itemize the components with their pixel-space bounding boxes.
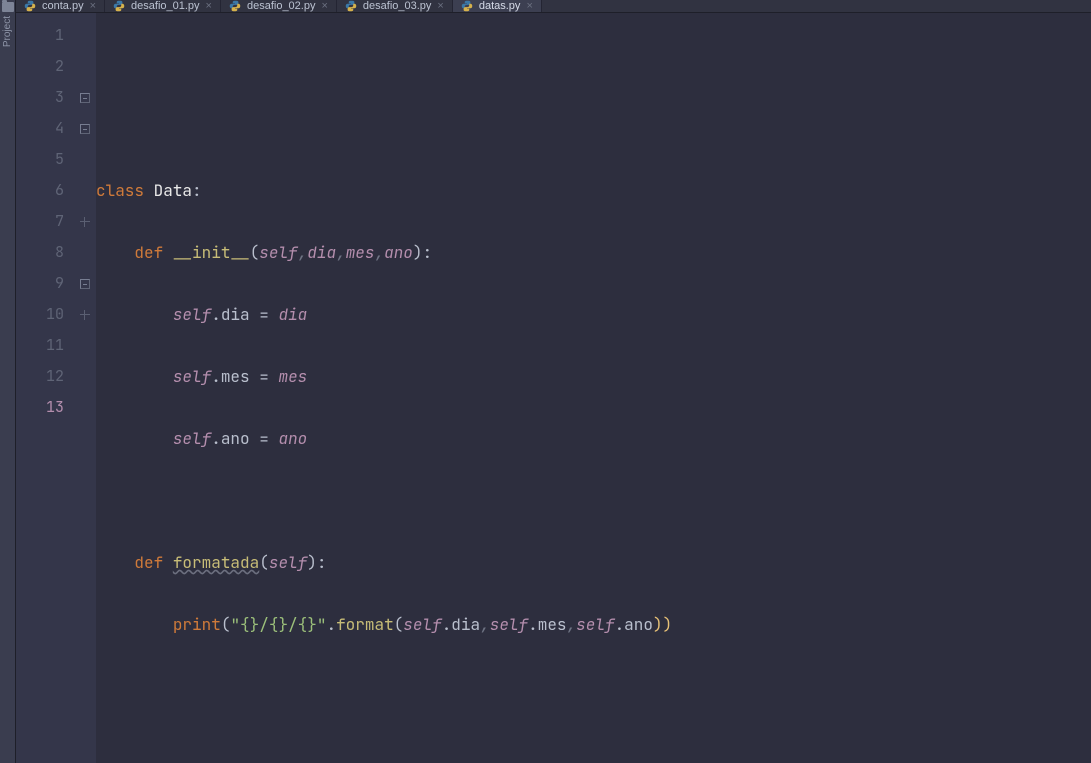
close-icon[interactable]: × — [206, 1, 212, 12]
fold-toggle-icon[interactable] — [80, 93, 90, 103]
editor-tab[interactable]: desafio_02.py × — [221, 0, 337, 12]
editor-tab[interactable]: datas.py × — [453, 0, 542, 12]
editor[interactable]: 12345678910111213 class Data: def __init… — [16, 13, 1091, 763]
tab-label: desafio_01.py — [131, 0, 200, 12]
line-number: 6 — [24, 175, 64, 206]
fold-end-icon — [80, 217, 90, 227]
line-numbers: 12345678910111213 — [24, 20, 64, 423]
fold-toggle-icon[interactable] — [80, 279, 90, 289]
method-init: __init__ — [173, 242, 250, 263]
tab-label: conta.py — [42, 0, 84, 12]
line-number: 4 — [24, 113, 64, 144]
line-number: 10 — [24, 299, 64, 330]
editor-tab[interactable]: desafio_01.py × — [105, 0, 221, 12]
line-number: 11 — [24, 330, 64, 361]
kw-class: class — [96, 180, 144, 201]
editor-tabs: conta.py×desafio_01.py×desafio_02.py×des… — [16, 0, 1091, 13]
close-icon[interactable]: × — [90, 1, 96, 12]
python-file-icon — [229, 0, 241, 12]
editor-tab[interactable]: conta.py × — [16, 0, 105, 12]
editor-tab[interactable]: desafio_03.py × — [337, 0, 453, 12]
close-icon[interactable]: × — [437, 1, 443, 12]
fold-toggle-icon[interactable] — [80, 124, 90, 134]
builtin-print: print — [173, 614, 221, 635]
kw-def: def — [134, 242, 163, 263]
python-file-icon — [461, 0, 473, 12]
kw-def: def — [134, 552, 163, 573]
gutter: 12345678910111213 — [16, 13, 96, 763]
class-name: Data — [154, 180, 192, 201]
line-number: 7 — [24, 206, 64, 237]
line-number: 3 — [24, 82, 64, 113]
main-area: conta.py×desafio_01.py×desafio_02.py×des… — [16, 0, 1091, 763]
python-file-icon — [24, 0, 36, 12]
tab-label: datas.py — [479, 0, 521, 12]
fold-end-icon — [80, 310, 90, 320]
ide-root: Project conta.py×desafio_01.py×desafio_0… — [0, 0, 1091, 763]
line-number: 13 — [24, 392, 64, 423]
tab-label: desafio_03.py — [363, 0, 432, 12]
close-icon[interactable]: × — [526, 1, 532, 12]
line-number: 1 — [24, 20, 64, 51]
tab-label: desafio_02.py — [247, 0, 316, 12]
line-number: 5 — [24, 144, 64, 175]
line-number: 12 — [24, 361, 64, 392]
fold-column — [74, 20, 96, 423]
project-tool-rail[interactable]: Project — [0, 0, 16, 763]
line-number: 2 — [24, 51, 64, 82]
folder-icon — [2, 2, 14, 12]
close-icon[interactable]: × — [321, 1, 327, 12]
method-formatada: formatada — [173, 552, 259, 573]
line-number: 8 — [24, 237, 64, 268]
line-number: 9 — [24, 268, 64, 299]
python-file-icon — [113, 0, 125, 12]
code-area[interactable]: class Data: def __init__(self,dia,mes,an… — [96, 13, 1091, 763]
project-rail-label: Project — [2, 16, 13, 47]
python-file-icon — [345, 0, 357, 12]
